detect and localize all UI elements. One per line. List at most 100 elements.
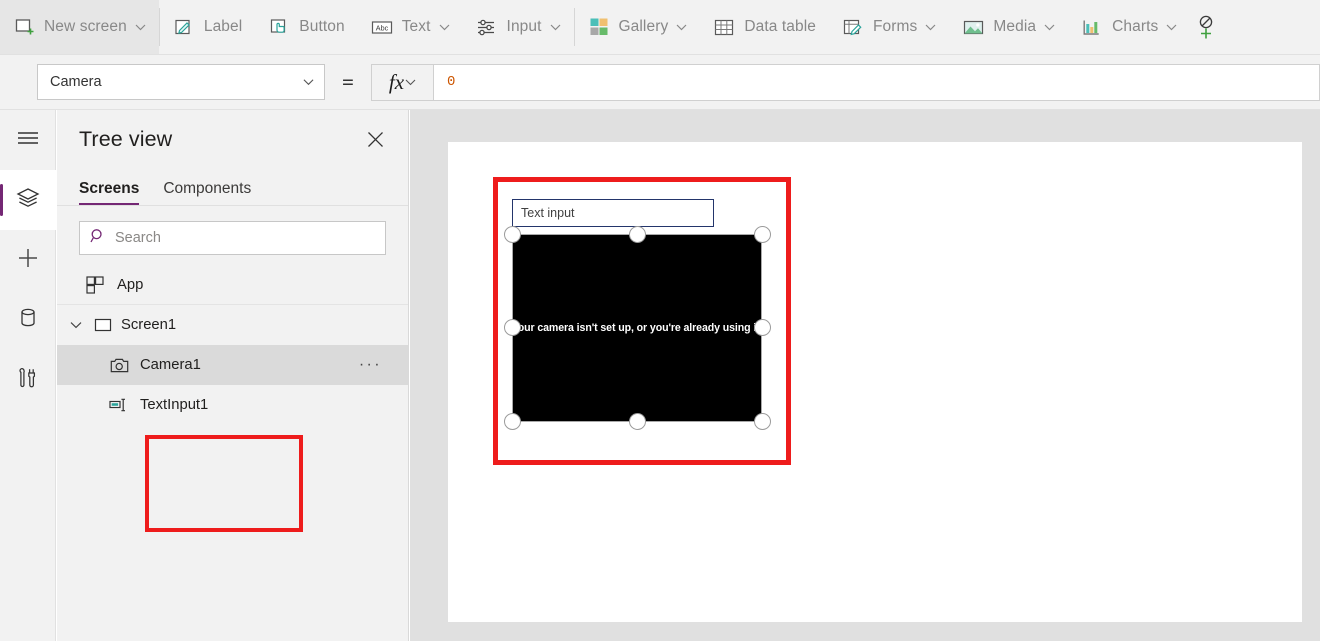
gallery-label: Gallery [619, 18, 669, 36]
canvas-area: Text input Your camera isn't set up, or … [410, 110, 1320, 641]
tree-item-textinput1[interactable]: TextInput1 [57, 385, 408, 425]
powerapps-studio: New screen Label [0, 0, 1320, 641]
input-menu-button[interactable]: Input [463, 0, 574, 54]
formula-input[interactable]: 0 [433, 64, 1320, 101]
data-sources-button[interactable] [0, 290, 56, 350]
text-label: Text [402, 18, 431, 36]
camera-error-message: Your camera isn't set up, or you're alre… [512, 322, 763, 334]
resize-handle-bottom-right[interactable] [754, 413, 771, 430]
formula-input-value: 0 [447, 74, 455, 90]
tab-screens[interactable]: Screens [79, 180, 139, 205]
text-abc-icon: Abc [371, 16, 393, 38]
chevron-down-icon [405, 77, 416, 88]
chevron-down-icon[interactable] [67, 316, 85, 334]
icons-shapes-menu-button[interactable] [1190, 0, 1226, 54]
property-dropdown-value: Camera [50, 74, 304, 90]
chevron-down-icon [1166, 22, 1177, 33]
resize-handle-bottom-center[interactable] [629, 413, 646, 430]
command-bar: New screen Label [0, 0, 1320, 55]
canvas-text-input-value: Text input [521, 206, 575, 220]
new-screen-button[interactable]: New screen [0, 0, 159, 54]
charts-menu-button[interactable]: Charts [1068, 0, 1190, 54]
fx-dropdown-button[interactable]: fx [371, 64, 433, 101]
app-icon [85, 275, 105, 295]
screen-icon [93, 315, 113, 335]
search-placeholder: Search [115, 230, 161, 246]
label-text: Label [204, 18, 242, 36]
data-table-button[interactable]: Data table [700, 0, 829, 54]
tree-item-overflow-menu[interactable]: ··· [359, 357, 382, 373]
resize-handle-top-center[interactable] [629, 226, 646, 243]
data-sources-icon [17, 306, 39, 335]
chevron-down-icon [303, 77, 314, 88]
property-dropdown[interactable]: Camera [37, 64, 325, 100]
tree-item-textinput1-label: TextInput1 [140, 397, 208, 413]
hamburger-menu-button[interactable] [0, 110, 56, 170]
new-screen-icon [13, 16, 35, 38]
left-rail [0, 110, 56, 641]
tree-item-app[interactable]: App [57, 265, 408, 305]
button-icon [268, 16, 290, 38]
text-menu-button[interactable]: Abc Text [358, 0, 463, 54]
resize-handle-middle-left[interactable] [504, 319, 521, 336]
media-label: Media [993, 18, 1036, 36]
icons-shapes-add-icon [1196, 16, 1218, 38]
tree-item-camera1-label: Camera1 [140, 357, 201, 373]
insert-button[interactable] [0, 230, 56, 290]
chevron-down-icon [676, 22, 687, 33]
search-input[interactable]: Search [79, 221, 386, 255]
resize-handle-top-left[interactable] [504, 226, 521, 243]
fx-icon: fx [389, 72, 404, 93]
close-icon[interactable] [360, 124, 390, 154]
chevron-down-icon [925, 22, 936, 33]
input-sliders-icon [476, 16, 498, 38]
text-input-icon [109, 395, 129, 415]
chevron-down-icon [1044, 22, 1055, 33]
tree-view-panel: Tree view Screens Components Search [57, 110, 409, 641]
chevron-down-icon [439, 22, 450, 33]
gallery-menu-button[interactable]: Gallery [575, 0, 701, 54]
tree-item-screen1-label: Screen1 [121, 317, 176, 333]
tree-view-layers-icon [16, 187, 40, 214]
svg-text:Abc: Abc [376, 23, 389, 32]
cmd-group-screen: New screen [0, 0, 159, 54]
tree-view-search-wrap: Search [57, 206, 408, 255]
tree-view-tabs: Screens Components [57, 168, 408, 206]
label-icon [173, 16, 195, 38]
forms-icon [842, 16, 864, 38]
tree-view-header: Tree view [57, 110, 408, 168]
chevron-down-icon [550, 22, 561, 33]
resize-handle-middle-right[interactable] [754, 319, 771, 336]
resize-handle-bottom-left[interactable] [504, 413, 521, 430]
data-table-icon [713, 16, 735, 38]
cmd-group-controls: Label Button Abc Text [160, 0, 574, 54]
cmd-group-data: Gallery Data table [575, 0, 1227, 54]
annotation-box-tree-items [145, 435, 303, 532]
resize-handle-top-right[interactable] [754, 226, 771, 243]
advanced-tools-icon [16, 366, 40, 395]
new-screen-label: New screen [44, 18, 127, 36]
gallery-grid-icon [588, 16, 610, 38]
equals-sign: = [325, 70, 371, 95]
tree-item-app-label: App [117, 277, 143, 293]
button-button[interactable]: Button [255, 0, 357, 54]
app-screen-canvas[interactable]: Text input Your camera isn't set up, or … [448, 142, 1302, 622]
canvas-camera-control[interactable]: Your camera isn't set up, or you're alre… [512, 234, 762, 422]
media-menu-button[interactable]: Media [949, 0, 1068, 54]
tree-view-button[interactable] [0, 170, 56, 230]
tree-item-camera1[interactable]: Camera1 ··· [57, 345, 408, 385]
forms-menu-button[interactable]: Forms [829, 0, 949, 54]
tab-components[interactable]: Components [163, 180, 251, 205]
data-table-label: Data table [744, 18, 816, 36]
tree-item-screen1[interactable]: Screen1 [57, 305, 408, 345]
tree-view-title: Tree view [79, 127, 360, 152]
camera-icon [109, 355, 129, 375]
hamburger-menu-icon [16, 130, 40, 151]
forms-label: Forms [873, 18, 917, 36]
advanced-tools-button[interactable] [0, 350, 56, 410]
insert-plus-icon [16, 246, 40, 275]
chevron-down-icon [135, 22, 146, 33]
label-button[interactable]: Label [160, 0, 255, 54]
media-image-icon [962, 16, 984, 38]
canvas-text-input-control[interactable]: Text input [512, 199, 714, 227]
